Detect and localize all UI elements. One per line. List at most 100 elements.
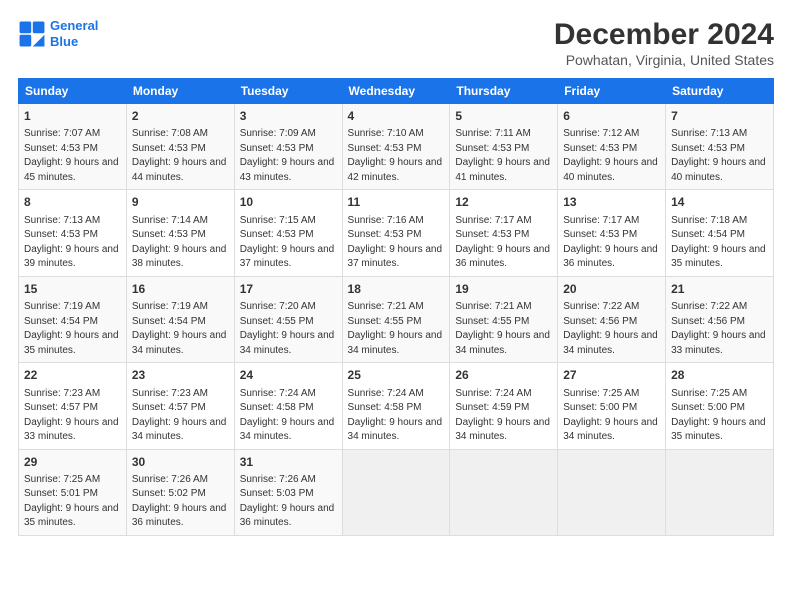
sunset: Sunset: 4:53 PM bbox=[455, 143, 529, 154]
day-number: 1 bbox=[24, 108, 121, 125]
sunset: Sunset: 4:55 PM bbox=[240, 316, 314, 327]
col-friday: Friday bbox=[558, 79, 666, 104]
daylight: Daylight: 9 hours and 37 minutes. bbox=[348, 244, 443, 270]
sunrise: Sunrise: 7:15 AM bbox=[240, 215, 316, 226]
calendar-cell: 2 Sunrise: 7:08 AM Sunset: 4:53 PM Daylight… bbox=[126, 104, 234, 190]
col-sunday: Sunday bbox=[19, 79, 127, 104]
sunset: Sunset: 4:53 PM bbox=[348, 143, 422, 154]
logo-general: General bbox=[50, 18, 98, 33]
sunrise: Sunrise: 7:08 AM bbox=[132, 128, 208, 139]
day-number: 3 bbox=[240, 108, 337, 125]
sunset: Sunset: 4:54 PM bbox=[671, 229, 745, 240]
sunset: Sunset: 4:53 PM bbox=[455, 229, 529, 240]
day-number: 25 bbox=[348, 367, 445, 384]
sunrise: Sunrise: 7:21 AM bbox=[455, 301, 531, 312]
day-number: 24 bbox=[240, 367, 337, 384]
calendar-week-4: 22Sunrise: 7:23 AMSunset: 4:57 PMDayligh… bbox=[19, 363, 774, 449]
daylight: Daylight: 9 hours and 34 minutes. bbox=[240, 417, 335, 443]
sunset: Sunset: 4:53 PM bbox=[563, 143, 637, 154]
calendar-header: Sunday Monday Tuesday Wednesday Thursday… bbox=[19, 79, 774, 104]
calendar-cell: 20Sunrise: 7:22 AMSunset: 4:56 PMDayligh… bbox=[558, 276, 666, 362]
calendar-cell: 14Sunrise: 7:18 AMSunset: 4:54 PMDayligh… bbox=[666, 190, 774, 276]
sunset: Sunset: 4:58 PM bbox=[240, 402, 314, 413]
daylight: Daylight: 9 hours and 36 minutes. bbox=[240, 503, 335, 529]
sunset: Sunset: 4:58 PM bbox=[348, 402, 422, 413]
day-number: 13 bbox=[563, 194, 660, 211]
day-number: 2 bbox=[132, 108, 229, 125]
subtitle: Powhatan, Virginia, United States bbox=[554, 52, 774, 68]
sunset: Sunset: 4:53 PM bbox=[132, 143, 206, 154]
calendar-cell: 5Sunrise: 7:11 AMSunset: 4:53 PMDaylight… bbox=[450, 104, 558, 190]
sunrise: Sunrise: 7:24 AM bbox=[348, 388, 424, 399]
calendar-cell: 4Sunrise: 7:10 AMSunset: 4:53 PMDaylight… bbox=[342, 104, 450, 190]
calendar-cell bbox=[342, 449, 450, 535]
sunrise: Sunrise: 7:22 AM bbox=[671, 301, 747, 312]
sunrise: Sunrise: 7:16 AM bbox=[348, 215, 424, 226]
day-number: 8 bbox=[24, 194, 121, 211]
daylight: Daylight: 9 hours and 34 minutes. bbox=[132, 417, 227, 443]
sunset: Sunset: 5:02 PM bbox=[132, 488, 206, 499]
day-number: 14 bbox=[671, 194, 768, 211]
daylight: Daylight: 9 hours and 40 minutes. bbox=[563, 157, 658, 183]
sunrise: Sunrise: 7:17 AM bbox=[455, 215, 531, 226]
day-number: 19 bbox=[455, 281, 552, 298]
sunrise: Sunrise: 7:13 AM bbox=[24, 215, 100, 226]
col-wednesday: Wednesday bbox=[342, 79, 450, 104]
daylight: Daylight: 9 hours and 33 minutes. bbox=[24, 417, 119, 443]
daylight: Daylight: 9 hours and 34 minutes. bbox=[348, 417, 443, 443]
daylight: Daylight: 9 hours and 34 minutes. bbox=[455, 330, 550, 356]
day-number: 29 bbox=[24, 454, 121, 471]
daylight: Daylight: 9 hours and 36 minutes. bbox=[563, 244, 658, 270]
sunrise: Sunrise: 7:23 AM bbox=[24, 388, 100, 399]
daylight: Daylight: 9 hours and 44 minutes. bbox=[132, 157, 227, 183]
sunset: Sunset: 4:53 PM bbox=[132, 229, 206, 240]
sunrise: Sunrise: 7:24 AM bbox=[240, 388, 316, 399]
col-tuesday: Tuesday bbox=[234, 79, 342, 104]
daylight: Daylight: 9 hours and 34 minutes. bbox=[563, 417, 658, 443]
sunrise: Sunrise: 7:26 AM bbox=[240, 474, 316, 485]
day-number: 31 bbox=[240, 454, 337, 471]
day-number: 20 bbox=[563, 281, 660, 298]
sunrise: Sunrise: 7:07 AM bbox=[24, 128, 100, 139]
calendar-cell: 16Sunrise: 7:19 AMSunset: 4:54 PMDayligh… bbox=[126, 276, 234, 362]
calendar-cell bbox=[450, 449, 558, 535]
sunrise: Sunrise: 7:19 AM bbox=[24, 301, 100, 312]
calendar-week-1: 1 Sunrise: 7:07 AM Sunset: 4:53 PM Daylight… bbox=[19, 104, 774, 190]
sunset: Sunset: 4:57 PM bbox=[24, 402, 98, 413]
daylight: Daylight: 9 hours and 37 minutes. bbox=[240, 244, 335, 270]
calendar-week-3: 15Sunrise: 7:19 AMSunset: 4:54 PMDayligh… bbox=[19, 276, 774, 362]
logo-blue: Blue bbox=[50, 34, 78, 49]
logo-text: General Blue bbox=[50, 18, 98, 49]
daylight: Daylight: 9 hours and 34 minutes. bbox=[455, 417, 550, 443]
calendar-table: Sunday Monday Tuesday Wednesday Thursday… bbox=[18, 78, 774, 536]
calendar-cell: 7Sunrise: 7:13 AMSunset: 4:53 PMDaylight… bbox=[666, 104, 774, 190]
sunset: Sunset: 4:53 PM bbox=[240, 229, 314, 240]
day-number: 17 bbox=[240, 281, 337, 298]
daylight: Daylight: 9 hours and 34 minutes. bbox=[348, 330, 443, 356]
sunset: Sunset: 4:53 PM bbox=[563, 229, 637, 240]
calendar-week-2: 8 Sunrise: 7:13 AM Sunset: 4:53 PM Daylight… bbox=[19, 190, 774, 276]
sunset: Sunset: 5:03 PM bbox=[240, 488, 314, 499]
calendar-week-5: 29Sunrise: 7:25 AMSunset: 5:01 PMDayligh… bbox=[19, 449, 774, 535]
sunset: Sunset: 4:53 PM bbox=[24, 229, 98, 240]
col-thursday: Thursday bbox=[450, 79, 558, 104]
day-number: 15 bbox=[24, 281, 121, 298]
logo-icon bbox=[18, 20, 46, 48]
header-row: Sunday Monday Tuesday Wednesday Thursday… bbox=[19, 79, 774, 104]
sunset: Sunset: 4:53 PM bbox=[671, 143, 745, 154]
sunrise: Sunrise: 7:25 AM bbox=[563, 388, 639, 399]
page-container: General Blue December 2024 Powhatan, Vir… bbox=[0, 0, 792, 546]
calendar-cell: 25 Sunrise: 7:24 AM Sunset: 4:58 PM Dayligh… bbox=[342, 363, 450, 449]
daylight: Daylight: 9 hours and 34 minutes. bbox=[563, 330, 658, 356]
day-number: 26 bbox=[455, 367, 552, 384]
calendar-cell: 28Sunrise: 7:25 AMSunset: 5:00 PMDayligh… bbox=[666, 363, 774, 449]
calendar-cell: 1Sunrise: 7:07 AMSunset: 4:53 PMDaylight… bbox=[19, 104, 127, 190]
day-number: 16 bbox=[132, 281, 229, 298]
calendar-cell: 19Sunrise: 7:21 AMSunset: 4:55 PMDayligh… bbox=[450, 276, 558, 362]
daylight: Daylight: 9 hours and 35 minutes. bbox=[24, 330, 119, 356]
sunrise: Sunrise: 7:22 AM bbox=[563, 301, 639, 312]
sunrise: Sunrise: 7:14 AM bbox=[132, 215, 208, 226]
sunrise: Sunrise: 7:25 AM bbox=[671, 388, 747, 399]
sunset: Sunset: 4:56 PM bbox=[671, 316, 745, 327]
calendar-cell: 6Sunrise: 7:12 AMSunset: 4:53 PMDaylight… bbox=[558, 104, 666, 190]
